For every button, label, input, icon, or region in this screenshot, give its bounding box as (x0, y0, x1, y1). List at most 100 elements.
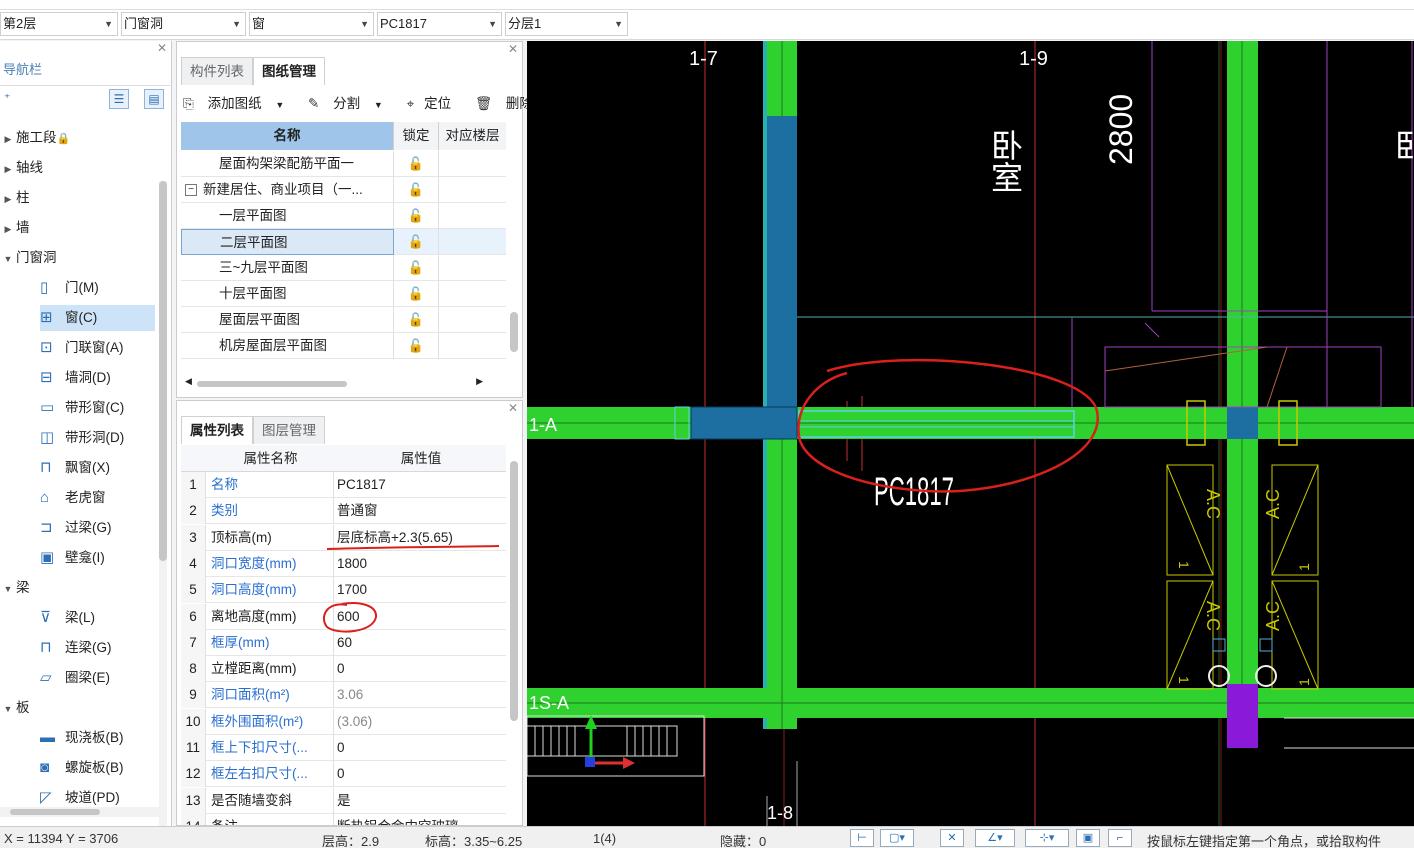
nav-item[interactable]: ⊡ 门联窗(A) (40, 335, 155, 361)
chevron-right-icon[interactable]: ▶ (476, 376, 483, 387)
drawing-row[interactable]: − 新建居住、商业项目（一... 🔓 (181, 177, 506, 203)
locate-button[interactable]: ⌖ 定位 (407, 96, 462, 111)
category-select[interactable]: 门窗洞 ▼ (121, 12, 246, 36)
tab-component-list[interactable]: 构件列表 (181, 57, 253, 85)
caret-right-icon[interactable]: ▶ (0, 216, 16, 242)
floor-select[interactable]: 第2层 ▼ (0, 12, 118, 36)
chevron-left-icon[interactable]: ◀ (185, 376, 192, 387)
drawing-row[interactable]: 机房屋面层平面图 🔓 (181, 333, 506, 359)
prop-row[interactable]: 11 框上下扣尺寸(... 0 (181, 735, 506, 761)
prop-row[interactable]: 5 洞口高度(mm) 1700 (181, 577, 506, 604)
caret-right-icon[interactable]: ▶ (0, 126, 16, 152)
drawing-row[interactable]: 屋面构架梁配筋平面一 🔓 (181, 151, 506, 177)
close-icon[interactable]: ✕ (157, 41, 167, 55)
prop-value[interactable]: 60 (337, 630, 505, 656)
lock-icon[interactable]: 🔓 (394, 255, 439, 281)
nav-item[interactable]: ▶ 轴线 (0, 155, 155, 181)
prop-value[interactable]: 0 (337, 761, 505, 787)
cross-icon[interactable]: ✕ (940, 829, 964, 847)
caret-down-icon[interactable]: ▼ (0, 576, 16, 602)
col-floor[interactable]: 对应楼层 (439, 122, 506, 150)
nav-item[interactable]: ▶ 柱 (0, 185, 155, 211)
nav-item[interactable]: ▣ 壁龛(I) (40, 545, 155, 571)
nav-item[interactable]: ⊓ 飘窗(X) (40, 455, 155, 481)
nav-item[interactable]: ⊓ 连梁(G) (40, 635, 155, 661)
select-icon[interactable]: ⌐ (1108, 829, 1132, 847)
caret-right-icon[interactable]: ▶ (0, 186, 16, 212)
component-select[interactable]: PC1817 ▼ (377, 12, 502, 36)
lock-icon[interactable]: 🔓 (394, 151, 439, 177)
nav-item[interactable]: ◫ 带形洞(D) (40, 425, 155, 451)
nav-item[interactable]: ▶ 施工段🔒 (0, 125, 155, 151)
prop-row[interactable]: 6 离地高度(mm) 600 (181, 603, 506, 630)
nav-item[interactable]: ⊞ 窗(C) (40, 305, 155, 331)
prop-row[interactable]: 1 名称 PC1817 (181, 472, 506, 498)
angle-icon[interactable]: ∠▾ (975, 829, 1015, 847)
nav-item[interactable]: ▼ 梁 (0, 575, 155, 601)
drawing-row[interactable]: 一层平面图 🔓 (181, 203, 506, 229)
nav-item[interactable]: ▭ 带形窗(C) (40, 395, 155, 421)
tab-layer-management[interactable]: 图层管理 (253, 416, 325, 444)
split-button[interactable]: ✎ 分割 ▼ (308, 96, 393, 111)
lock-icon[interactable]: 🔓 (394, 307, 439, 333)
drawing-row[interactable]: 屋面层平面图 🔓 (181, 307, 506, 333)
prop-row[interactable]: 13 是否随墙变斜是 (181, 787, 506, 814)
drawing-row[interactable]: 三~九层平面图 🔓 (181, 255, 506, 281)
lock-icon[interactable]: 🔓 (394, 229, 439, 255)
prop-value[interactable]: 1700 (337, 577, 505, 603)
col-lock[interactable]: 锁定 (394, 122, 439, 150)
cad-canvas[interactable]: 1-7 1-9 1-A 1S-A 1-8 卧室 卧 2800 PC1817 A.… (527, 41, 1414, 826)
prop-row[interactable]: 9 洞口面积(m²) 3.06 (181, 682, 506, 709)
list-view-icon[interactable]: ☰ (109, 89, 129, 109)
drawing-hscrollbar[interactable]: ◀ ▶ (185, 376, 503, 389)
caret-down-icon[interactable]: ▼ (0, 246, 16, 272)
prop-value[interactable]: (3.06) (337, 709, 505, 735)
snap-icon[interactable]: ▢▾ (880, 829, 914, 847)
close-icon[interactable]: ✕ (508, 401, 518, 415)
prop-value[interactable]: 是 (337, 788, 505, 814)
nav-item[interactable]: ▬ 现浇板(B) (40, 725, 155, 751)
nav-item[interactable]: ▼ 板 (0, 695, 155, 721)
prop-value[interactable]: 层底标高+2.3(5.65) (337, 525, 505, 551)
layer-select[interactable]: 分层1 ▼ (505, 12, 628, 36)
nav-item[interactable]: ⊟ 墙洞(D) (40, 365, 155, 391)
dynamic-input-icon[interactable]: ⊹▾ (1025, 829, 1069, 847)
nav-item[interactable]: ⊐ 过梁(G) (40, 515, 155, 541)
lock-icon[interactable]: 🔓 (394, 203, 439, 229)
nav-scrollbar[interactable] (159, 181, 167, 848)
col-name[interactable]: 名称 (181, 122, 394, 150)
nav-item[interactable]: ⌂ 老虎窗 (40, 485, 155, 511)
prop-row[interactable]: 4 洞口宽度(mm) 1800 (181, 550, 506, 577)
nav-item[interactable]: ▶ 墙 (0, 215, 155, 241)
save-icon[interactable]: ▣ (1076, 829, 1100, 847)
nav-item[interactable]: ▯ 门(M) (40, 275, 155, 301)
prop-row[interactable]: 14备注断热铝合金中空玻璃 (181, 813, 506, 825)
caret-right-icon[interactable]: ▶ (0, 156, 16, 182)
prop-value[interactable]: PC1817 (337, 472, 505, 498)
prop-row[interactable]: 2 类别 普通窗 (181, 498, 506, 525)
detail-view-icon[interactable]: ▤ (144, 89, 164, 109)
prop-row[interactable]: 7 框厚(mm) 60 (181, 629, 506, 656)
lock-icon[interactable]: 🔓 (394, 281, 439, 307)
prop-value[interactable]: 0 (337, 735, 505, 761)
prop-row[interactable]: 12 框左右扣尺寸(... 0 (181, 761, 506, 788)
drawing-scrollbar[interactable] (510, 312, 518, 352)
drawing-row[interactable]: 十层平面图 🔓 (181, 281, 506, 307)
prop-value[interactable]: 普通窗 (337, 498, 505, 524)
nav-item[interactable]: ◙ 螺旋板(B) (40, 755, 155, 781)
prop-value[interactable]: 600 (337, 604, 505, 630)
prop-row[interactable]: 10 框外围面积(m²) (3.06) (181, 708, 506, 735)
ortho-icon[interactable]: ⊢ (850, 829, 874, 847)
prop-value[interactable]: 3.06 (337, 682, 505, 708)
nav-item[interactable]: ⊽ 梁(L) (40, 605, 155, 631)
prop-row[interactable]: 8 立樘距离(mm) 0 (181, 656, 506, 683)
collapse-icon[interactable]: − (185, 184, 197, 197)
tab-property-list[interactable]: 属性列表 (181, 416, 253, 444)
prop-scrollbar[interactable] (510, 461, 518, 721)
nav-item[interactable]: ▼ 门窗洞 (0, 245, 155, 271)
drawing-row[interactable]: 二层平面图 🔓 (181, 229, 506, 255)
prop-value[interactable]: 断热铝合金中空玻璃 (337, 814, 505, 825)
add-drawing-button[interactable]: ⎘ 添加图纸 ▼ (183, 96, 294, 111)
type-select[interactable]: 窗 ▼ (249, 12, 374, 36)
tab-drawing-management[interactable]: 图纸管理 (253, 57, 325, 85)
